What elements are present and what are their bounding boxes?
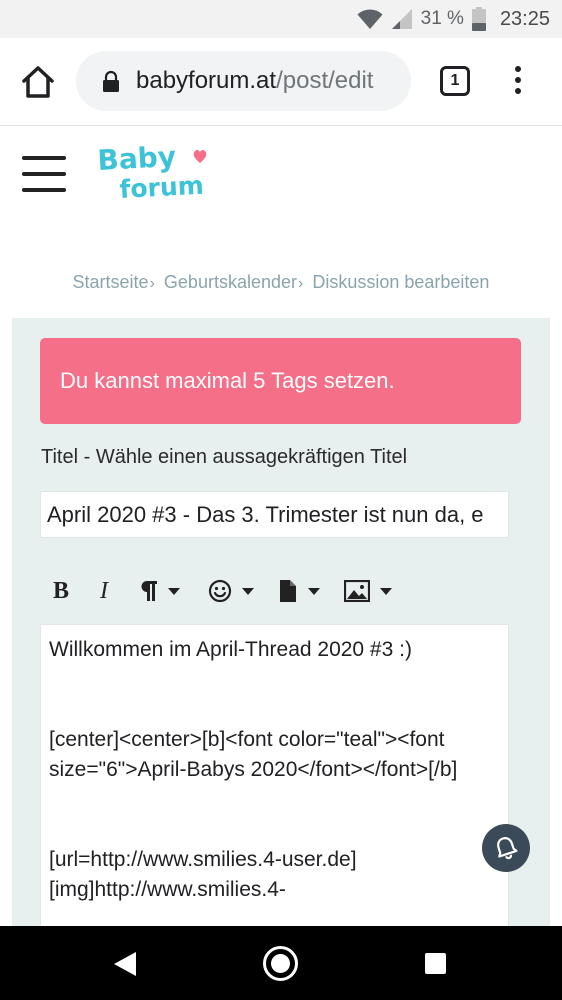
editor-line: Willkommen im April-Thread 2020 #3 :): [49, 638, 412, 661]
chevron-down-icon: [168, 587, 180, 595]
breadcrumb-startseite[interactable]: Startseite: [73, 272, 149, 292]
bold-button[interactable]: B: [53, 568, 77, 614]
status-bar: 31 % 23:25: [0, 0, 562, 38]
chevron-down-icon: [308, 587, 320, 595]
recent-apps-icon[interactable]: [425, 953, 446, 974]
breadcrumb-separator: ›: [298, 275, 304, 292]
image-icon: [344, 580, 370, 602]
title-input[interactable]: April 2020 #3 - Das 3. Trimester ist nun…: [40, 491, 509, 538]
paragraph-icon: [141, 581, 157, 601]
tab-switcher-button[interactable]: 1: [440, 66, 470, 96]
address-bar[interactable]: babyforum.at/post/edit: [76, 51, 411, 111]
battery-icon: [471, 7, 486, 31]
lock-icon: [103, 70, 119, 92]
browser-menu-icon[interactable]: [506, 62, 530, 98]
url-text: babyforum.at/post/edit: [136, 67, 373, 95]
breadcrumb-geburtskalender[interactable]: Geburtskalender: [164, 272, 297, 292]
battery-level: 31 %: [420, 8, 464, 29]
url-host: babyforum.at: [136, 67, 277, 94]
status-icons: 31 % 23:25: [357, 6, 550, 32]
breadcrumb: Startseite› Geburtskalender› Diskussion …: [0, 272, 562, 293]
chevron-down-icon: [242, 587, 254, 595]
paragraph-dropdown[interactable]: [138, 568, 180, 614]
emoji-dropdown[interactable]: [208, 568, 254, 614]
android-nav-bar: [0, 926, 562, 1000]
bell-icon: [497, 837, 518, 860]
logo-text-top: Baby: [97, 140, 177, 177]
editor-line: [center]<center>[b]<font color="teal"><f…: [49, 728, 458, 781]
alert-message: Du kannst maximal 5 Tags setzen.: [60, 368, 395, 393]
error-alert: Du kannst maximal 5 Tags setzen.: [40, 338, 521, 424]
image-dropdown[interactable]: [344, 568, 392, 614]
breadcrumb-separator: ›: [149, 275, 155, 292]
home-icon[interactable]: [18, 62, 58, 102]
breadcrumb-current: Diskussion bearbeiten: [312, 272, 490, 292]
post-editor[interactable]: Willkommen im April-Thread 2020 #3 :) [c…: [40, 624, 509, 934]
title-label: Titel - Wähle einen aussagekräftigen Tit…: [41, 446, 408, 468]
menu-icon[interactable]: [22, 156, 66, 192]
logo-text-bottom: forum: [119, 171, 205, 204]
back-icon[interactable]: [112, 950, 138, 978]
editor-line: [url=http://www.smilies.4-user.de][img]h…: [49, 848, 357, 901]
wifi-icon: [357, 9, 383, 29]
file-dropdown[interactable]: [278, 568, 320, 614]
browser-toolbar: babyforum.at/post/edit 1: [0, 38, 562, 126]
url-path: /post/edit: [276, 67, 374, 94]
babyforum-logo[interactable]: Baby forum: [96, 140, 216, 204]
home-nav-icon[interactable]: [263, 946, 298, 981]
signal-icon: [391, 9, 412, 29]
chevron-down-icon: [380, 587, 392, 595]
italic-button[interactable]: I: [100, 568, 120, 614]
smiley-icon: [208, 579, 232, 603]
clock: 23:25: [499, 7, 550, 30]
file-icon: [280, 580, 296, 602]
heart-icon: [193, 149, 207, 163]
editor-toolbar: B I: [40, 568, 510, 614]
notification-bell-button[interactable]: [482, 824, 530, 872]
